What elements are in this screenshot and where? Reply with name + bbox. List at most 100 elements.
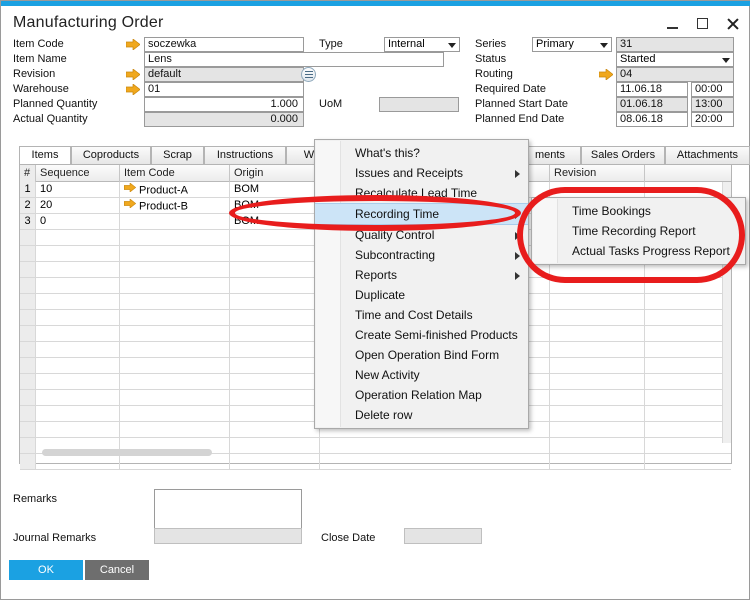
grid-cell-item-code[interactable]	[120, 214, 230, 229]
grid-column-header-rownum[interactable]: #	[20, 165, 36, 182]
grid-cell-item-code[interactable]	[120, 262, 230, 277]
grid-cell-revision[interactable]	[550, 422, 645, 437]
submenu-item-time-bookings[interactable]: Time Bookings	[532, 201, 745, 221]
row-link-arrow-icon[interactable]	[124, 198, 136, 213]
grid-cell-rownum[interactable]	[20, 294, 36, 309]
grid-cell-rownum[interactable]	[20, 406, 36, 421]
grid-cell-origin[interactable]: BOM	[230, 198, 320, 213]
grid-cell-item-code[interactable]	[120, 294, 230, 309]
grid-cell-rownum[interactable]	[20, 454, 36, 469]
grid-cell-sequence[interactable]: 10	[36, 182, 120, 197]
grid-cell-sequence[interactable]	[36, 406, 120, 421]
grid-cell-revision[interactable]	[550, 294, 645, 309]
menu-item-issues-and-receipts[interactable]: Issues and Receipts	[315, 163, 528, 183]
menu-item-operation-relation-map[interactable]: Operation Relation Map	[315, 385, 528, 405]
link-arrow-revision-icon[interactable]	[126, 69, 140, 80]
grid-cell-sequence[interactable]	[36, 262, 120, 277]
grid-cell-item-code[interactable]	[120, 326, 230, 341]
grid-cell-revision[interactable]	[550, 342, 645, 357]
grid-cell-origin[interactable]	[230, 406, 320, 421]
grid-cell-rownum[interactable]	[20, 230, 36, 245]
grid-cell-rownum[interactable]	[20, 438, 36, 453]
submenu-item-actual-tasks-progress-report[interactable]: Actual Tasks Progress Report	[532, 241, 745, 261]
menu-item-new-activity[interactable]: New Activity	[315, 365, 528, 385]
menu-item-recording-time[interactable]: Recording Time	[315, 203, 528, 225]
status-select[interactable]: Started	[616, 52, 734, 67]
planned-end-time-field[interactable]: 20:00	[691, 112, 734, 127]
grid-cell-rownum[interactable]	[20, 422, 36, 437]
link-arrow-routing-icon[interactable]	[599, 69, 613, 80]
grid-cell-origin[interactable]	[230, 246, 320, 261]
grid-cell-rownum[interactable]	[20, 246, 36, 261]
menu-item-quality-control[interactable]: Quality Control	[315, 225, 528, 245]
grid-cell-sequence[interactable]	[36, 294, 120, 309]
grid-cell-rownum[interactable]	[20, 358, 36, 373]
grid-cell-warehouse[interactable]	[320, 454, 550, 469]
grid-cell-sequence[interactable]	[36, 358, 120, 373]
grid-cell-item-code[interactable]: Product-B	[120, 198, 230, 213]
link-arrow-item-code-icon[interactable]	[126, 39, 140, 50]
grid-cell-rownum[interactable]	[20, 310, 36, 325]
grid-cell-origin[interactable]	[230, 358, 320, 373]
tab-items[interactable]: Items	[19, 146, 71, 165]
menu-item-what-s-this[interactable]: What's this?	[315, 143, 528, 163]
row-link-arrow-icon[interactable]	[124, 182, 136, 197]
grid-cell-item-code[interactable]	[120, 374, 230, 389]
journal-remarks-field[interactable]	[154, 528, 302, 544]
maximize-icon[interactable]	[695, 16, 711, 32]
minimize-icon[interactable]	[665, 16, 681, 32]
grid-cell-rownum[interactable]	[20, 390, 36, 405]
revision-picker-icon[interactable]	[301, 67, 316, 82]
close-date-field[interactable]	[404, 528, 482, 544]
grid-cell-item-code[interactable]: Product-A	[120, 182, 230, 197]
grid-cell-revision[interactable]	[550, 390, 645, 405]
grid-cell-item-code[interactable]	[120, 278, 230, 293]
menu-item-open-operation-bind-form[interactable]: Open Operation Bind Form	[315, 345, 528, 365]
grid-column-header-item-code[interactable]: Item Code	[120, 165, 230, 182]
actual-quantity-field[interactable]: 0.000	[144, 112, 304, 127]
grid-cell-origin[interactable]	[230, 278, 320, 293]
grid-cell-revision[interactable]	[550, 406, 645, 421]
grid-cell-origin[interactable]	[230, 374, 320, 389]
grid-cell-rownum[interactable]	[20, 278, 36, 293]
grid-cell-warehouse[interactable]	[320, 438, 550, 453]
tab-sales-orders[interactable]: Sales Orders	[581, 146, 665, 165]
warehouse-field[interactable]: 01	[144, 82, 304, 97]
grid-cell-origin[interactable]: BOM	[230, 182, 320, 197]
grid-column-header-origin[interactable]: Origin	[230, 165, 320, 182]
planned-start-time-field[interactable]: 13:00	[691, 97, 734, 112]
grid-cell-origin[interactable]	[230, 326, 320, 341]
grid-cell-rownum[interactable]	[20, 326, 36, 341]
grid-cell-origin[interactable]	[230, 294, 320, 309]
grid-cell-rownum[interactable]: 3	[20, 214, 36, 229]
grid-cell-origin[interactable]	[230, 454, 320, 469]
required-date-field[interactable]: 11.06.18	[616, 82, 688, 97]
uom-field[interactable]	[379, 97, 459, 112]
grid-cell-origin[interactable]	[230, 342, 320, 357]
grid-column-header-revision[interactable]: Revision	[550, 165, 645, 182]
menu-item-delete-row[interactable]: Delete row	[315, 405, 528, 425]
grid-cell-rownum[interactable]	[20, 374, 36, 389]
grid-cell-sequence[interactable]: 20	[36, 198, 120, 213]
grid-cell-item-code[interactable]	[120, 246, 230, 261]
grid-horizontal-scrollbar[interactable]	[42, 449, 212, 456]
menu-item-reports[interactable]: Reports	[315, 265, 528, 285]
grid-cell-rownum[interactable]: 1	[20, 182, 36, 197]
series-select[interactable]: Primary	[532, 37, 612, 52]
ok-button[interactable]: OK	[9, 560, 83, 580]
planned-end-date-field[interactable]: 08.06.18	[616, 112, 688, 127]
close-icon[interactable]	[725, 16, 741, 32]
grid-cell-revision[interactable]	[550, 278, 645, 293]
submenu-item-time-recording-report[interactable]: Time Recording Report	[532, 221, 745, 241]
grid-cell-revision[interactable]	[550, 182, 645, 197]
grid-cell-item-code[interactable]	[120, 358, 230, 373]
menu-item-recalculate-lead-time[interactable]: Recalculate Lead Time	[315, 183, 528, 203]
cancel-button[interactable]: Cancel	[85, 560, 149, 580]
grid-cell-sequence[interactable]	[36, 278, 120, 293]
grid-cell-revision[interactable]	[550, 310, 645, 325]
menu-item-duplicate[interactable]: Duplicate	[315, 285, 528, 305]
grid-cell-sequence[interactable]: 0	[36, 214, 120, 229]
table-row[interactable]	[20, 454, 731, 470]
required-time-field[interactable]: 00:00	[691, 82, 734, 97]
grid-cell-sequence[interactable]	[36, 326, 120, 341]
